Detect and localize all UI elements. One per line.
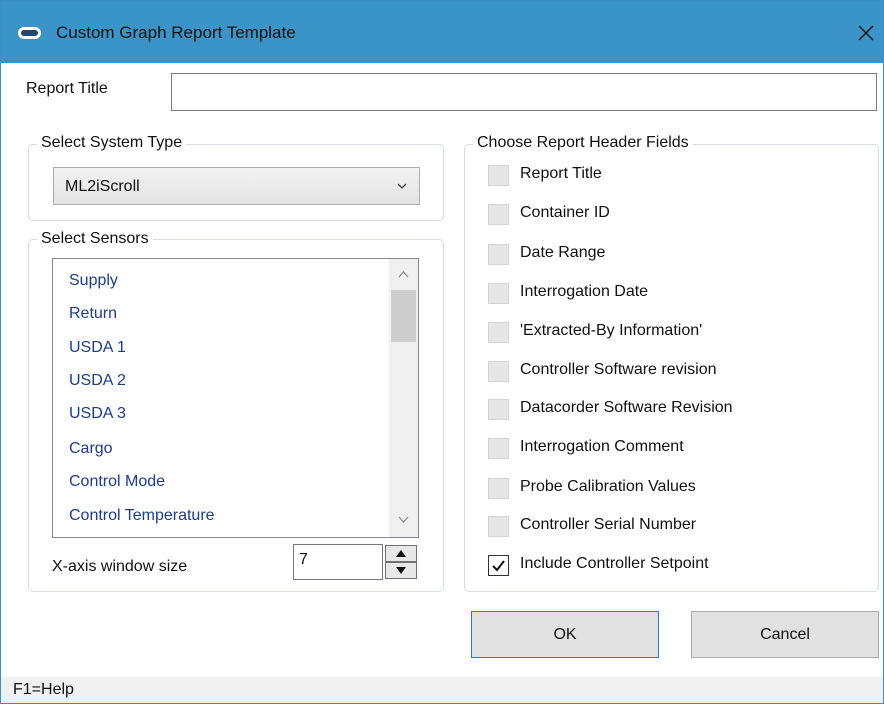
status-help-text: F1=Help: [13, 681, 74, 698]
report-title-input[interactable]: [171, 73, 877, 111]
dialog-window: Custom Graph Report Template Report Titl…: [0, 0, 884, 704]
checkbox-label: Probe Calibration Values: [520, 478, 696, 495]
checkbox[interactable]: [488, 322, 509, 343]
system-type-group-title: Select System Type: [37, 134, 187, 152]
sensor-item-return[interactable]: Return: [69, 305, 117, 323]
checkbox[interactable]: [488, 361, 509, 382]
sensors-group-title: Select Sensors: [37, 230, 153, 248]
spin-down-button[interactable]: [385, 562, 417, 579]
checkbox[interactable]: [488, 283, 509, 304]
sensor-item-usda-2[interactable]: USDA 2: [69, 372, 126, 390]
cancel-button[interactable]: Cancel: [691, 611, 879, 658]
scroll-thumb[interactable]: [391, 290, 416, 342]
checkbox[interactable]: [488, 399, 509, 420]
close-button[interactable]: [853, 16, 881, 48]
checkmark-icon: [492, 560, 505, 572]
checkbox-label: Interrogation Date: [520, 283, 649, 300]
xaxis-window-value: 7: [299, 551, 308, 568]
sensor-item-usda-1[interactable]: USDA 1: [69, 339, 126, 357]
checkbox-label: Interrogation Comment: [520, 438, 684, 455]
checkbox-label: Report Title: [520, 165, 602, 182]
report-title-label: Report Title: [26, 80, 108, 97]
spin-up-button[interactable]: [385, 545, 417, 562]
chevron-down-icon: [397, 183, 407, 189]
checkbox[interactable]: [488, 244, 509, 265]
checkbox-label: 'Extracted-By Information': [520, 322, 703, 339]
sensor-item-usda-3[interactable]: USDA 3: [69, 405, 126, 423]
scroll-down-icon[interactable]: [398, 516, 409, 524]
window-title: Custom Graph Report Template: [56, 23, 296, 42]
triangle-up-icon: [396, 550, 406, 557]
close-icon: [858, 25, 874, 41]
triangle-down-icon: [396, 567, 406, 574]
status-bar: F1=Help: [1, 677, 883, 703]
system-type-dropdown[interactable]: ML2iScroll: [53, 167, 420, 205]
checkbox-label: Controller Serial Number: [520, 516, 697, 533]
checkbox-label: Include Controller Setpoint: [520, 555, 709, 572]
checkbox[interactable]: [488, 516, 509, 537]
header-fields-group-title: Choose Report Header Fields: [473, 134, 693, 152]
checkbox-label: Controller Software revision: [520, 361, 717, 378]
sensor-item-control-temperature[interactable]: Control Temperature: [69, 507, 215, 525]
xaxis-window-input[interactable]: 7: [293, 544, 383, 580]
sensor-item-cargo[interactable]: Cargo: [69, 440, 113, 458]
ok-button[interactable]: OK: [471, 611, 659, 658]
sensors-list[interactable]: Supply Return USDA 1 USDA 2 USDA 3 Cargo…: [52, 258, 419, 538]
checkbox[interactable]: [488, 478, 509, 499]
system-type-selected: ML2iScroll: [65, 178, 140, 195]
checkbox-label: Container ID: [520, 204, 610, 221]
checkbox-checked[interactable]: [488, 555, 509, 576]
checkbox[interactable]: [488, 165, 509, 186]
sensors-scrollbar[interactable]: [389, 259, 418, 537]
checkbox-label: Date Range: [520, 244, 606, 261]
checkbox-label: Datacorder Software Revision: [520, 399, 733, 416]
sensor-item-control-mode[interactable]: Control Mode: [69, 473, 165, 491]
xaxis-window-label: X-axis window size: [52, 558, 188, 575]
sensor-item-supply[interactable]: Supply: [69, 272, 118, 290]
checkbox[interactable]: [488, 438, 509, 459]
cancel-button-label: Cancel: [760, 626, 810, 643]
app-icon: [18, 27, 41, 39]
ok-button-label: OK: [553, 626, 577, 643]
scroll-up-icon[interactable]: [398, 270, 409, 278]
checkbox[interactable]: [488, 204, 509, 225]
title-bar: Custom Graph Report Template: [1, 1, 883, 63]
